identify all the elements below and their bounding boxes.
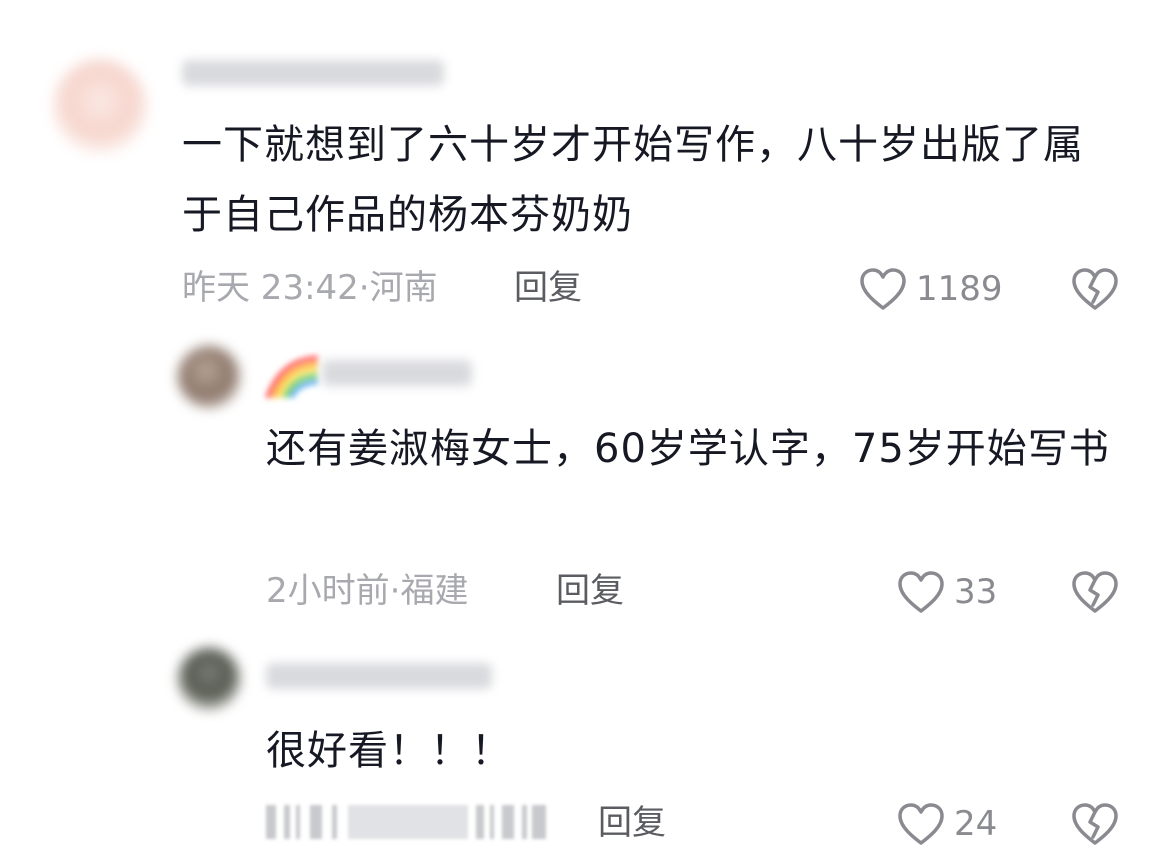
comment-text: 一下就想到了六十岁才开始写作，八十岁出版了属于自己作品的杨本芬奶奶 [182,122,1084,238]
dislike-button[interactable] [1070,266,1120,312]
broken-heart-icon [1072,268,1118,310]
comment-text: 还有姜淑梅女士，60岁学认字，75岁开始写书 [266,426,1110,472]
heart-outline-icon [898,803,944,845]
like-button[interactable]: 33 [896,569,997,615]
username-redacted[interactable] [266,663,492,689]
username-redacted[interactable] [182,60,444,86]
username-redacted[interactable] [322,360,472,386]
avatar[interactable] [178,346,240,408]
heart-outline-icon [860,268,906,310]
like-count: 1189 [916,269,1003,309]
avatar[interactable] [178,648,240,710]
dislike-button[interactable] [1070,801,1120,847]
comment-meta: 2小时前·福建 [266,571,469,611]
broken-heart-icon [1072,571,1118,613]
heart-outline-icon [898,571,944,613]
reply-button[interactable]: 回复 [556,571,624,611]
comment-text: 很好看！！！ [266,728,512,774]
like-count: 33 [954,572,998,612]
dislike-button[interactable] [1070,569,1120,615]
avatar[interactable] [52,58,148,154]
comment-meta: 昨天 23:42·河南 [182,268,438,308]
rainbow-icon [265,355,319,399]
comment-meta-redacted [266,805,546,839]
broken-heart-icon [1072,803,1118,845]
reply-button[interactable]: 回复 [598,803,666,843]
like-button[interactable]: 1189 [858,266,1003,312]
like-button[interactable]: 24 [896,801,997,847]
like-count: 24 [954,804,998,844]
reply-button[interactable]: 回复 [514,268,582,308]
